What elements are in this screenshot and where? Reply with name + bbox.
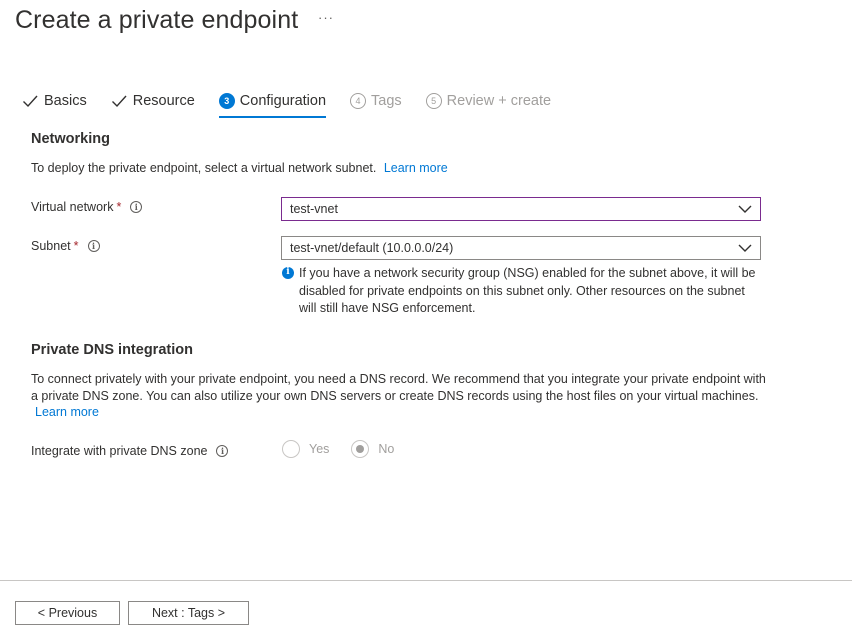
virtual-network-dropdown[interactable]: test-vnet — [281, 197, 761, 221]
info-filled-icon: i — [282, 267, 294, 279]
tab-configuration-label: Configuration — [239, 93, 327, 109]
chevron-down-icon — [738, 205, 752, 213]
subnet-dropdown[interactable]: test-vnet/default (10.0.0.0/24) — [281, 236, 761, 260]
tab-review-create-label: Review + create — [446, 93, 552, 109]
footer-divider — [0, 580, 852, 581]
networking-heading: Networking — [31, 131, 110, 147]
info-icon[interactable]: i — [87, 240, 100, 252]
radio-no[interactable]: No — [351, 440, 394, 458]
required-marker: * — [116, 200, 122, 214]
radio-yes-label: Yes — [309, 442, 330, 456]
required-marker: * — [73, 239, 79, 253]
checkmark-icon — [111, 95, 127, 108]
dns-learn-more-link[interactable]: Learn more — [35, 405, 99, 419]
tab-resource-label: Resource — [132, 93, 195, 109]
radio-circle — [282, 440, 300, 458]
tab-tags-label: Tags — [371, 93, 402, 109]
integrate-dns-label-text: Integrate with private DNS zone — [31, 444, 208, 458]
step-number-icon: 4 — [350, 93, 367, 109]
step-number-icon: 5 — [425, 93, 442, 109]
checkmark-icon — [23, 95, 38, 108]
nsg-info-text: If you have a network security group (NS… — [299, 266, 756, 315]
chevron-down-icon — [738, 244, 752, 252]
tab-configuration[interactable]: 3 Configuration — [218, 88, 327, 118]
tab-tags[interactable]: 4 Tags — [350, 88, 402, 114]
radio-circle — [351, 440, 370, 458]
subnet-label: Subnet * i — [31, 239, 100, 253]
dns-description: To connect privately with your private e… — [31, 371, 771, 421]
integrate-dns-radio-group: Yes No — [282, 440, 416, 458]
radio-yes[interactable]: Yes — [282, 440, 329, 458]
integrate-dns-label: Integrate with private DNS zone i — [31, 444, 229, 458]
next-tags-button[interactable]: Next : Tags > — [128, 601, 249, 625]
step-number-icon: 3 — [218, 93, 235, 109]
previous-button[interactable]: < Previous — [15, 601, 120, 625]
tab-review-create[interactable]: 5 Review + create — [425, 88, 552, 114]
subnet-label-text: Subnet — [31, 239, 71, 253]
networking-learn-more-link[interactable]: Learn more — [384, 161, 448, 175]
info-icon[interactable]: i — [216, 445, 229, 457]
dns-heading: Private DNS integration — [31, 342, 193, 358]
nsg-info-note: i If you have a network security group (… — [281, 265, 761, 318]
wizard-tabs: Basics Resource 3 Configuration 4 Tags 5… — [22, 88, 575, 118]
networking-description-text: To deploy the private endpoint, select a… — [31, 161, 377, 175]
virtual-network-value: test-vnet — [290, 202, 338, 216]
tab-basics-label: Basics — [44, 93, 87, 109]
networking-description: To deploy the private endpoint, select a… — [31, 160, 448, 177]
tab-resource[interactable]: Resource — [111, 88, 195, 114]
tab-basics[interactable]: Basics — [22, 88, 87, 114]
virtual-network-label: Virtual network * i — [31, 200, 143, 214]
subnet-value: test-vnet/default (10.0.0.0/24) — [290, 241, 454, 255]
radio-no-label: No — [378, 442, 395, 456]
radio-selected-dot — [356, 445, 365, 453]
virtual-network-label-text: Virtual network — [31, 200, 114, 214]
more-options-icon[interactable]: ··· — [318, 10, 334, 25]
page-title: Create a private endpoint — [15, 6, 299, 34]
dns-description-text: To connect privately with your private e… — [31, 372, 766, 403]
info-icon[interactable]: i — [130, 201, 143, 213]
